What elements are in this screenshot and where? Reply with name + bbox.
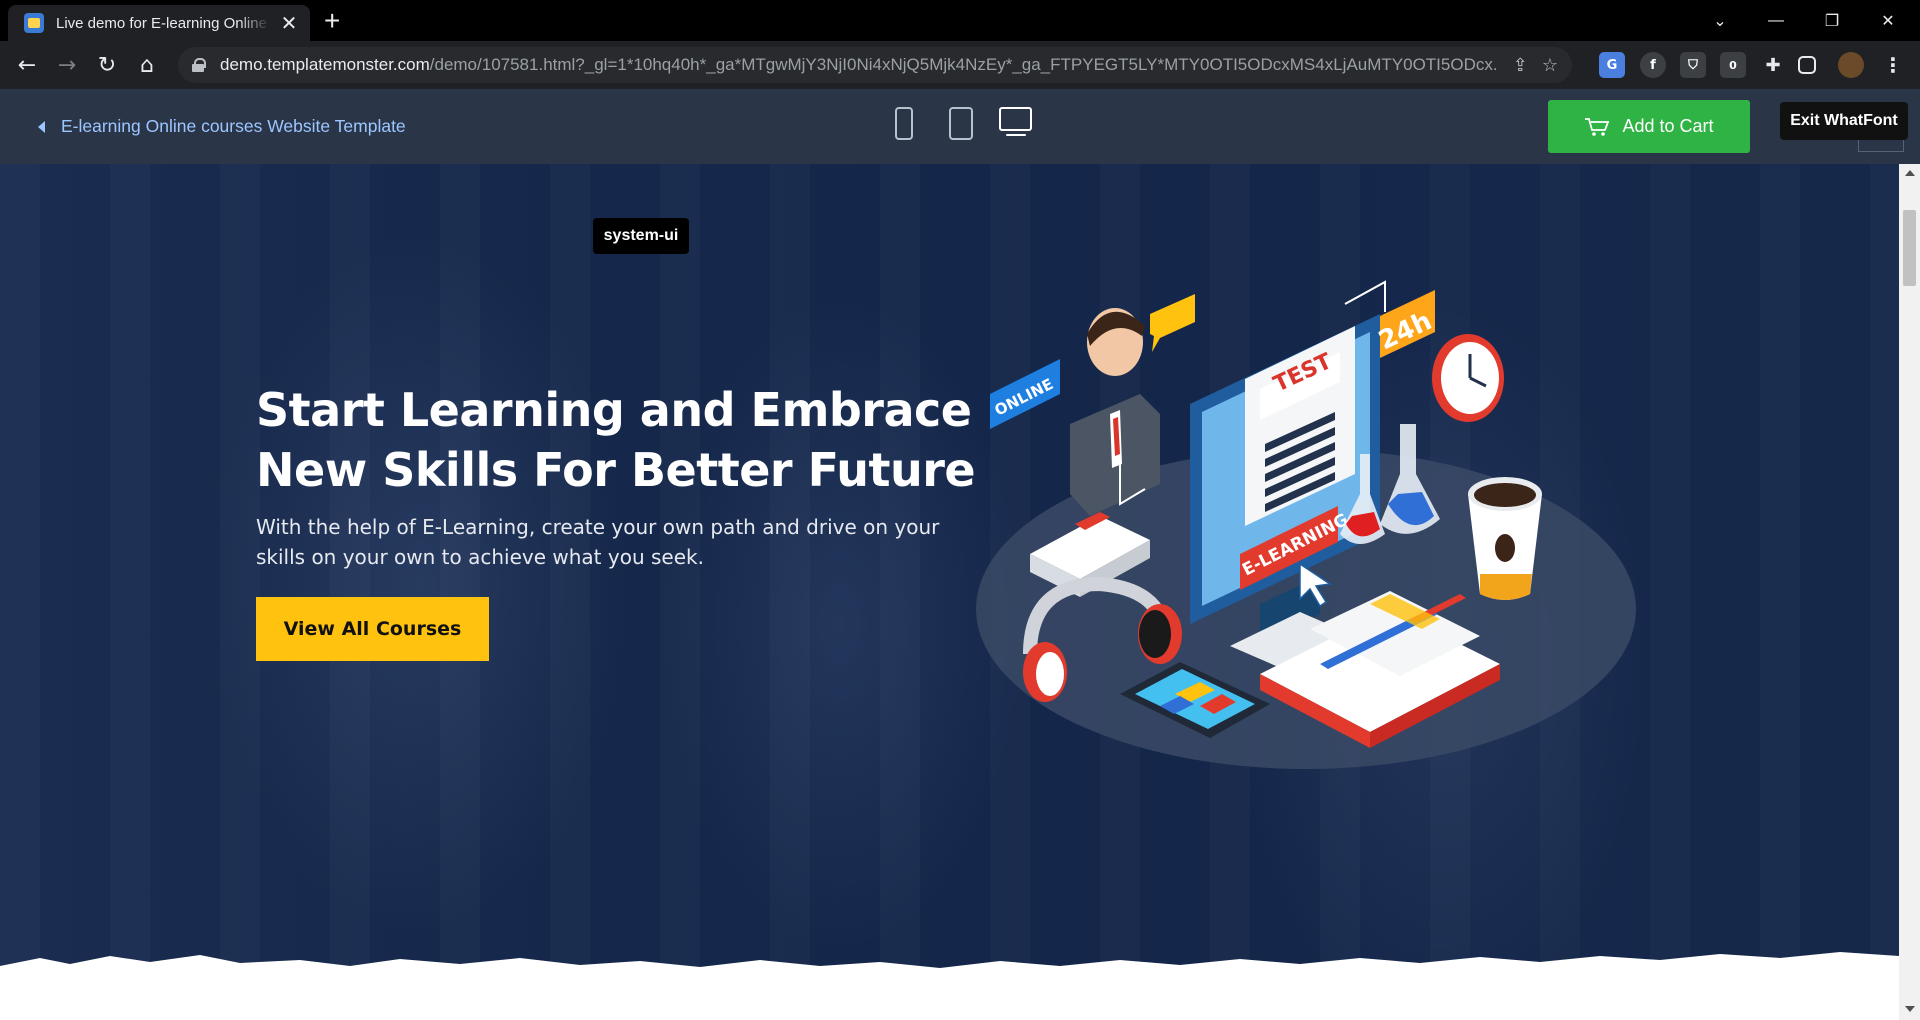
frame-edge (1858, 140, 1904, 152)
hero-subtitle-line-1: With the help of E-Learning, create your… (256, 515, 940, 539)
tab-search-icon[interactable]: ⌄ (1692, 0, 1748, 41)
scroll-down-arrow-icon[interactable] (1905, 1006, 1915, 1012)
torn-paper-divider (0, 952, 1899, 1020)
view-all-courses-button[interactable]: View All Courses (256, 597, 489, 661)
coffee-cup-icon (1468, 477, 1542, 600)
exit-whatfont-button[interactable]: Exit WhatFont (1780, 102, 1908, 140)
hero-subtitle: With the help of E-Learning, create your… (256, 512, 976, 572)
forward-arrow-icon[interactable]: → (52, 50, 82, 80)
translate-extension-icon[interactable]: G (1599, 52, 1625, 78)
browser-tab-strip: Live demo for E-learning Online courses … (0, 0, 1920, 41)
url-host: demo.templatemonster.com (220, 55, 430, 74)
back-link-label: E-learning Online courses Website Templa… (61, 116, 406, 136)
hero-title: Start Learning and Embrace New Skills Fo… (256, 380, 976, 500)
desktop-view-stand (1006, 134, 1026, 136)
back-to-template-link[interactable]: E-learning Online courses Website Templa… (38, 116, 406, 137)
online-badge: ONLINE (990, 359, 1060, 429)
side-panel-icon[interactable] (1798, 56, 1816, 74)
extension-badge: 0 (1729, 58, 1737, 72)
profile-avatar[interactable] (1838, 52, 1864, 78)
address-bar[interactable]: demo.templatemonster.com/demo/107581.htm… (178, 47, 1572, 83)
whatfont-tooltip: system-ui (593, 218, 689, 254)
extensions-puzzle-icon[interactable]: ✚ (1760, 52, 1786, 78)
url-path: /demo/107581.html?_gl=1*10hq40h*_ga*MTgw… (429, 55, 1499, 74)
hero-title-line-1: Start Learning and Embrace (256, 383, 972, 437)
businessman-icon (1070, 308, 1160, 516)
hero-title-line-2: New Skills For Better Future (256, 443, 976, 497)
illustration-24h-label: 24h (1374, 306, 1436, 356)
tab-title: Live demo for E-learning Online courses … (56, 14, 270, 32)
hero-section: system-ui Start Learning and Embrace New… (0, 164, 1899, 1020)
close-window-button[interactable]: ✕ (1860, 0, 1916, 41)
hero-subtitle-line-2: skills on your own to achieve what you s… (256, 545, 704, 569)
add-to-cart-label: Add to Cart (1622, 116, 1714, 136)
browser-tab[interactable]: Live demo for E-learning Online courses … (8, 5, 310, 41)
home-icon[interactable]: ⌂ (132, 50, 162, 80)
speech-bubble-icon (1150, 294, 1195, 352)
cart-icon (1585, 117, 1610, 136)
connector-line (1344, 280, 1386, 312)
bookmark-star-icon[interactable]: ☆ (1542, 55, 1558, 76)
site-favicon-icon (24, 13, 44, 33)
new-tab-button[interactable]: + (324, 6, 340, 36)
browser-toolbar: ← → ↻ ⌂ demo.templatemonster.com/demo/10… (0, 41, 1920, 89)
browser-menu-icon[interactable]: ⋮ (1880, 52, 1906, 78)
back-arrow-icon[interactable]: ← (12, 50, 42, 80)
desktop-view-icon[interactable] (999, 107, 1032, 131)
scroll-up-arrow-icon[interactable] (1905, 170, 1915, 176)
mobile-view-icon[interactable] (895, 107, 913, 140)
share-icon[interactable]: ⇪ (1513, 55, 1528, 76)
lock-icon (192, 58, 206, 72)
24h-badge: 24h (1374, 290, 1437, 358)
tablet-view-icon[interactable] (949, 107, 973, 140)
whatfont-extension-icon[interactable]: f (1640, 52, 1666, 78)
caret-left-icon (38, 120, 45, 133)
page-scrollbar[interactable] (1899, 164, 1920, 1020)
minimize-button[interactable]: — (1748, 0, 1804, 41)
tab-close-icon[interactable]: ✕ (278, 11, 300, 36)
elearning-illustration: TEST E-LEARNING ONLINE 24h (976, 280, 1636, 769)
reload-icon[interactable]: ↻ (92, 50, 122, 80)
url-text[interactable]: demo.templatemonster.com/demo/107581.htm… (220, 55, 1499, 75)
shield-extension-icon[interactable]: ⛉ (1680, 52, 1706, 78)
counter-extension-icon[interactable]: 0 (1720, 52, 1746, 78)
clock-icon (1432, 334, 1504, 422)
restore-button[interactable]: ❐ (1804, 0, 1860, 41)
add-to-cart-button[interactable]: Add to Cart (1548, 100, 1750, 153)
scrollbar-thumb[interactable] (1903, 210, 1916, 286)
